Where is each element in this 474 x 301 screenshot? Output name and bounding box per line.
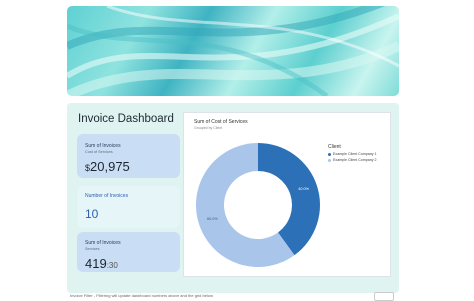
slice-percent-label: 40.0%	[298, 187, 309, 191]
card-value: $20,975	[85, 159, 130, 174]
card-value-suffix: :30	[106, 261, 118, 270]
dashboard-title: Invoice Dashboard	[78, 113, 174, 125]
number-invoices-card: Number of Invoices 10	[77, 186, 180, 228]
sum-invoices-card: Sum of Invoices Cost of Services $20,975	[77, 134, 180, 178]
banner-swirl-art	[67, 6, 399, 96]
header-banner-image	[67, 6, 399, 96]
legend-dot	[328, 152, 331, 156]
card-label: Sum of Invoices	[85, 143, 121, 149]
legend-item-1[interactable]: Example Client Company 1	[328, 152, 377, 156]
legend-label: Example Client Company 2	[333, 158, 377, 162]
card-label: Number of Invoices	[85, 193, 129, 199]
invoice-filter-note: Invoice Filter - Filtering will update d…	[70, 293, 213, 298]
card-sublabel: Cost of Services	[85, 150, 113, 154]
legend-item-2[interactable]: Example Client Company 2	[328, 158, 377, 162]
card-value: 10	[85, 207, 99, 221]
card-value: 419:30	[85, 256, 118, 271]
card-label: Sum of Invoices	[85, 240, 121, 246]
slice-percent-label: 60.0%	[207, 217, 218, 221]
legend-label: Example Client Company 1	[333, 152, 377, 156]
donut-chart-panel: Sum of Cost of Services Grouped by Clien…	[183, 112, 391, 277]
card-sublabel: Services	[85, 247, 100, 251]
legend-title: Client	[328, 144, 341, 150]
donut-chart: 40.0% 60.0%	[195, 143, 320, 267]
sum-invoices-services-card: Sum of Invoices Services 419:30	[77, 232, 180, 272]
card-value-number: 20,975	[90, 159, 130, 174]
card-value-main: 419	[85, 256, 107, 271]
legend-dot	[328, 158, 331, 162]
